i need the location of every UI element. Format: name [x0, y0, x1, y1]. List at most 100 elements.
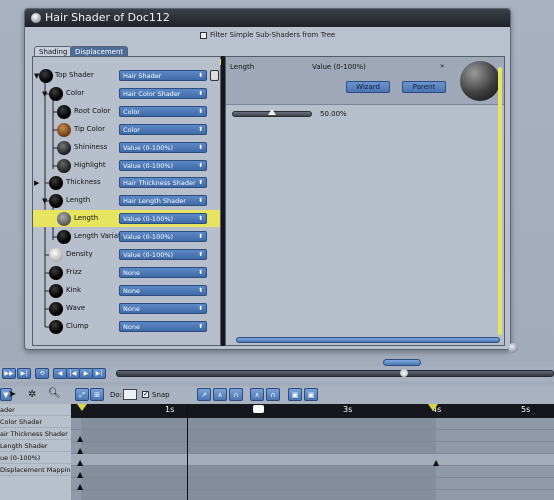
tree-row-kink[interactable]: Kink None ⬍ [33, 282, 220, 299]
chevron-down-icon[interactable]: » [440, 62, 444, 70]
filter-label: Filter Simple Sub-Shaders from Tree [210, 31, 336, 39]
tree-row-tip-color[interactable]: Tip Color Color ⬍ [33, 121, 220, 138]
hair-shader-window: Hair Shader of Doc112 Filter Simple Sub-… [24, 8, 518, 353]
range-end-marker[interactable] [428, 404, 438, 411]
tree-row-length-shader[interactable]: ▼ Length Hair Length Shader ⬍ [33, 192, 220, 209]
shader-dropdown[interactable]: None ⬍ [119, 303, 207, 314]
curve-round-icon[interactable]: ∩ [266, 388, 280, 401]
shader-dropdown[interactable]: Value (0-100%) ⬍ [119, 160, 207, 171]
parent-button[interactable]: Parent [402, 81, 446, 93]
range-start-marker[interactable] [77, 404, 87, 411]
shader-dropdown[interactable]: None ⬍ [119, 321, 207, 332]
key-remove-icon[interactable]: ▣ [304, 388, 318, 401]
tree-row-thickness[interactable]: ▶ Thickness Hair Thickness Shader ⬍ [33, 174, 220, 191]
curve-peak-icon[interactable]: ∧ [250, 388, 264, 401]
shader-dropdown[interactable]: Value (0-100%) ⬍ [119, 231, 207, 242]
tree-row-length-selected[interactable]: Length Value (0-100%) ⬍ [33, 210, 220, 227]
tree-row-clump[interactable]: Clump None ⬍ [33, 318, 220, 335]
track-row[interactable]: Color Shader [0, 416, 71, 428]
shader-dropdown[interactable]: Hair Thickness Shader ⬍ [119, 177, 207, 188]
forward-end-icon[interactable]: ▶| [92, 368, 106, 379]
keyframe-icon[interactable]: ▲ [433, 458, 439, 467]
detail-scrollbar[interactable] [498, 67, 502, 335]
shader-ball-icon [57, 212, 71, 226]
timeline-ruler[interactable]: 1s 2s 3s 4s 5s [71, 404, 554, 418]
tree-row-density[interactable]: Density Value (0-100%) ⬍ [33, 246, 220, 263]
dropdown-arrow-icon: ⬍ [197, 72, 204, 79]
keyframe-icon[interactable]: ▲ [77, 482, 83, 491]
fit-view-icon[interactable]: ⤢ [75, 388, 89, 401]
tree-row-highlight[interactable]: Highlight Value (0-100%) ⬍ [33, 157, 220, 174]
shader-dropdown[interactable]: Color ⬍ [119, 106, 207, 117]
resize-handle-icon[interactable] [508, 343, 518, 353]
gear-icon[interactable]: ✲ [28, 389, 36, 400]
shader-dropdown[interactable]: Value (0-100%) ⬍ [119, 213, 207, 224]
track-row[interactable]: ader [0, 404, 71, 416]
curve-ease-icon[interactable]: ∧ [213, 388, 227, 401]
detail-horizontal-scrollbar[interactable] [236, 337, 500, 343]
filter-subshaders-option[interactable]: Filter Simple Sub-Shaders from Tree [200, 30, 335, 40]
search-icon[interactable]: 🔍︎ [48, 388, 61, 399]
shader-dropdown[interactable]: Hair Color Shader ⬍ [119, 88, 207, 99]
track-row[interactable]: air Thickness Shader [0, 428, 71, 440]
track-row[interactable]: ue (0-100%) [0, 452, 71, 464]
do-select[interactable] [123, 389, 137, 400]
shader-menu-icon[interactable] [210, 70, 219, 81]
collapse-arrow-icon[interactable]: ▼ [42, 197, 47, 205]
expand-arrow-icon[interactable]: ▶ [34, 179, 39, 187]
collapse-arrow-icon[interactable]: ▼ [42, 90, 47, 98]
shader-dropdown[interactable]: Hair Length Shader ⬍ [119, 195, 207, 206]
snap-checkbox[interactable]: ✓ [142, 390, 152, 398]
shader-dropdown[interactable]: Value (0-100%) ⬍ [119, 249, 207, 260]
go-to-end-icon[interactable]: ▶| [17, 368, 31, 379]
time-scrubber[interactable] [116, 370, 554, 377]
play-icon[interactable]: ▶▶ [2, 368, 16, 379]
tree-label: Frizz [66, 268, 82, 276]
curve-smooth-icon[interactable]: ∩ [229, 388, 243, 401]
key-add-icon[interactable]: ▣ [288, 388, 302, 401]
snap-label: Snap [152, 391, 170, 399]
shader-dropdown[interactable]: Hair Shader ⬍ [119, 70, 207, 81]
shader-ball-icon [49, 320, 63, 334]
tree-row-frizz[interactable]: Frizz None ⬍ [33, 264, 220, 281]
title-bar[interactable]: Hair Shader of Doc112 [25, 9, 510, 27]
track-row[interactable]: Displacement Mapping [0, 464, 71, 476]
track-row[interactable]: Length Shader [0, 440, 71, 452]
playhead-handle[interactable] [253, 405, 264, 413]
shader-dropdown[interactable]: Color ⬍ [119, 124, 207, 135]
zoom-icon[interactable]: ⊞ [90, 388, 104, 401]
pointer-tool-icon[interactable]: ➤ [8, 389, 16, 400]
wizard-button[interactable]: Wizard [346, 81, 390, 93]
filter-checkbox[interactable] [200, 31, 207, 39]
detail-type: Value (0-100%) [312, 63, 366, 71]
loop-icon[interactable]: ⟲ [35, 368, 49, 379]
timeline-row [71, 442, 554, 454]
close-window-icon[interactable] [31, 13, 41, 23]
tree-label: Highlight [74, 161, 106, 169]
shader-dropdown[interactable]: None ⬍ [119, 285, 207, 296]
shader-dropdown[interactable]: None ⬍ [119, 267, 207, 278]
rewind-icon[interactable]: |◀ [66, 368, 80, 379]
tree-row-color[interactable]: ▼ Color Hair Color Shader ⬍ [33, 85, 220, 102]
tree-row-wave[interactable]: Wave None ⬍ [33, 300, 220, 317]
shader-ball-icon [49, 302, 63, 316]
slider-thumb[interactable] [268, 109, 276, 115]
curve-linear-icon[interactable]: ↗ [197, 388, 211, 401]
timeline-row [71, 478, 554, 490]
keyframe-icon[interactable]: ▲ [77, 470, 83, 479]
tree-row-length-variation[interactable]: Length Variat Value (0-100%) ⬍ [33, 228, 220, 245]
panel-collapse-handle[interactable] [383, 359, 421, 366]
tree-row-root-color[interactable]: Root Color Color ⬍ [33, 103, 220, 120]
step-forward-icon[interactable]: ▶ [79, 368, 93, 379]
tree-row-shininess[interactable]: Shininess Value (0-100%) ⬍ [33, 139, 220, 156]
keyframe-icon[interactable]: ▲ [77, 446, 83, 455]
dropdown-arrow-icon: ⬍ [197, 108, 204, 115]
tree-row-top-shader[interactable]: ▼ Top Shader Hair Shader ⬍ [33, 67, 220, 84]
keyframe-icon[interactable]: ▲ [77, 434, 83, 443]
shader-dropdown[interactable]: Value (0-100%) ⬍ [119, 142, 207, 153]
detail-header: Length Value (0-100%) » Wizard Parent [226, 57, 504, 105]
timeline-row [71, 454, 554, 466]
keyframe-icon[interactable]: ▲ [77, 458, 83, 467]
step-back-icon[interactable]: ◀ [53, 368, 67, 379]
scrubber-thumb[interactable] [400, 369, 408, 377]
